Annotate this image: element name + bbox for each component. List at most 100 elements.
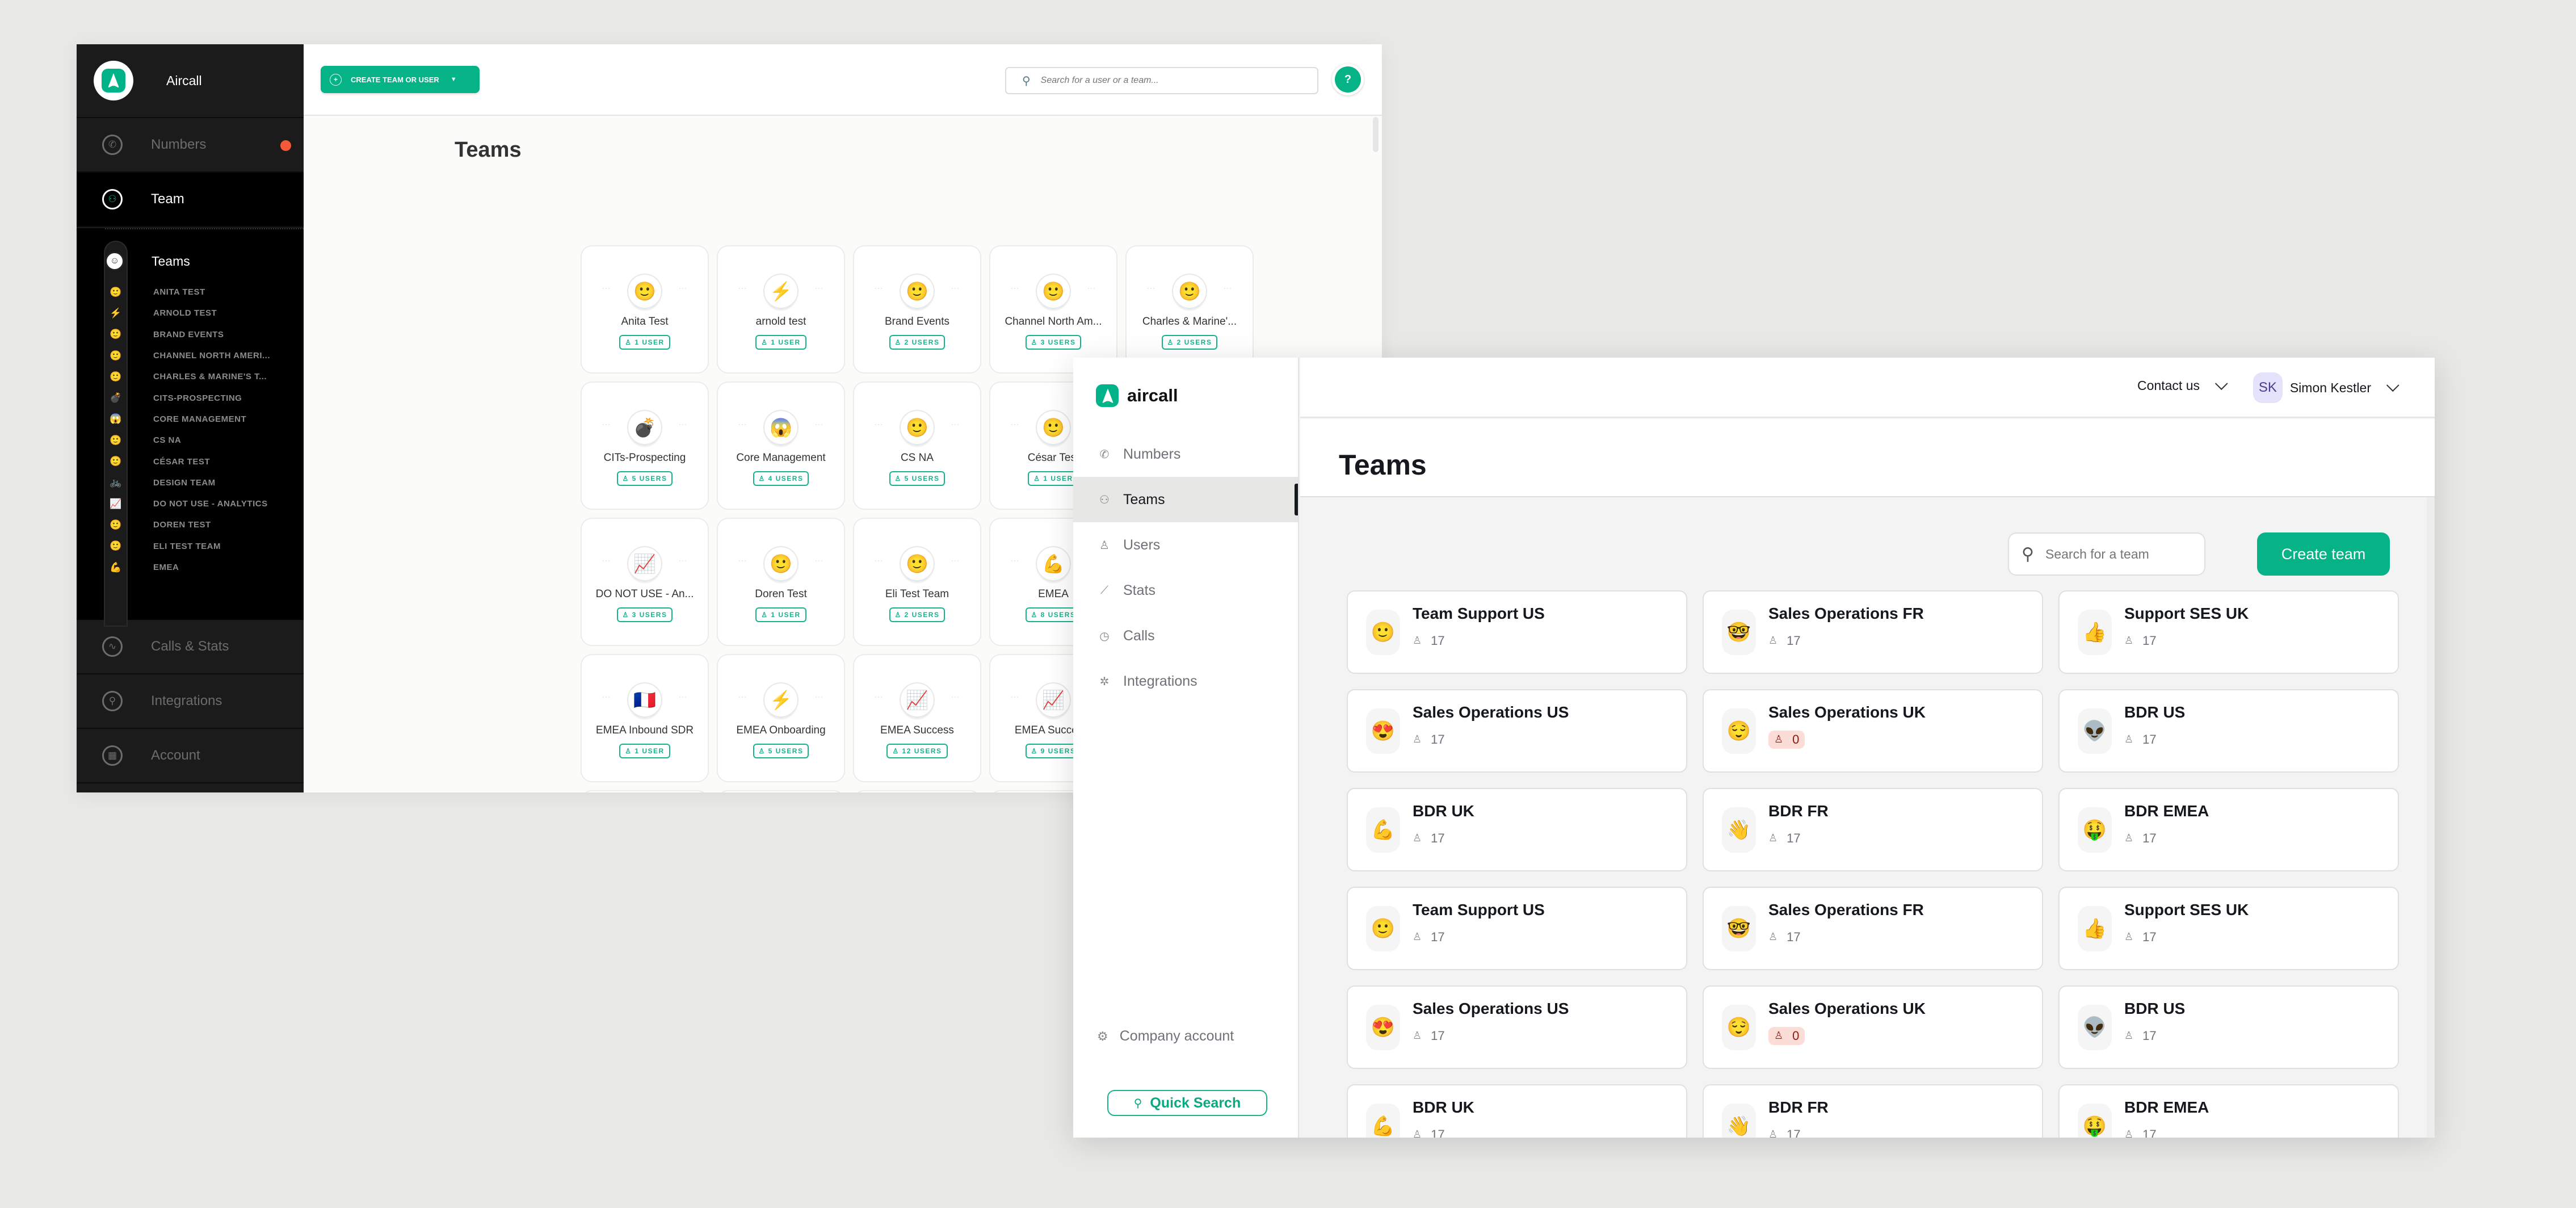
legacy-nav-account[interactable]: ▦ Account: [77, 729, 304, 783]
user-menu[interactable]: SK Simon Kestler: [2253, 372, 2399, 403]
sidebar-item-numbers[interactable]: ✆ Numbers: [1073, 431, 1298, 477]
team-card[interactable]: 😍 Sales Operations US ♙ 17: [1347, 985, 1687, 1069]
team-tile[interactable]: 🙂 CS NA ♙ 5 USERS: [853, 381, 981, 510]
team-list-item[interactable]: 🙂 CS NA: [77, 430, 304, 451]
team-tile[interactable]: 😱 Core Management ♙ 4 USERS: [717, 381, 845, 510]
team-card[interactable]: 😍 Sales Operations US ♙ 17: [1347, 689, 1687, 773]
team-card-info: Sales Operations FR ♙ 17: [1768, 605, 1924, 650]
person-icon: ♙: [1413, 1030, 1422, 1041]
sidebar-item-integrations[interactable]: ✲ Integrations: [1073, 658, 1298, 704]
legacy-nav-quick-search[interactable]: ≡Quick Search⌘K: [77, 783, 304, 792]
sidebar-item-stats[interactable]: ⟋ Stats: [1073, 568, 1298, 613]
team-card[interactable]: 💪 BDR UK ♙ 17: [1347, 1084, 1687, 1138]
create-team-button[interactable]: Create team: [2257, 532, 2390, 576]
search-input[interactable]: [1040, 76, 1279, 86]
team-list-label: DO NOT USE - ANALYTICS: [153, 499, 268, 509]
team-card[interactable]: 😌 Sales Operations UK ♙ 0: [1703, 689, 2043, 773]
team-card[interactable]: 👽 BDR US ♙ 17: [2058, 689, 2399, 773]
team-tile[interactable]: 📈 EMEA Success ♙ 12 USERS: [853, 654, 981, 782]
teams-heading-label: Teams: [152, 253, 190, 269]
team-card[interactable]: 👍 Support SES UK ♙ 17: [2058, 887, 2399, 970]
legacy-nav-team[interactable]: ⚇ Team: [77, 173, 304, 227]
sidebar-item-company-account[interactable]: ⚙ Company account: [1097, 1028, 1234, 1045]
team-list-item[interactable]: 🙂 ANITA TEST: [77, 282, 304, 303]
team-tile[interactable]: 📈 DO NOT USE - An... ♙ 3 USERS: [581, 518, 709, 646]
team-card[interactable]: 😌 Sales Operations UK ♙ 0: [1703, 985, 2043, 1069]
team-tile[interactable]: ⚡ EMEA Onboarding ♙ 5 USERS: [717, 654, 845, 782]
team-list-item[interactable]: 🙂 CHARLES & MARINE'S T...: [77, 366, 304, 387]
team-card[interactable]: 👋 BDR FR ♙ 17: [1703, 788, 2043, 871]
team-name: BDR FR: [1768, 1098, 1829, 1116]
team-list-item[interactable]: 🙂 ELI TEST TEAM: [77, 536, 304, 557]
team-tile[interactable]: 🙂 Brand Events ♙ 2 USERS: [853, 245, 981, 374]
team-list-item[interactable]: 🙂 BRAND EVENTS: [77, 324, 304, 345]
teams-submenu: ☺ Teams 🙂 ANITA TEST ⚡ ARNOLD TEST 🙂 BRAND EV…: [77, 228, 304, 627]
user-team-search[interactable]: ⚲: [1005, 67, 1318, 94]
team-list-item[interactable]: 📈 DO NOT USE - ANALYTICS: [77, 493, 304, 514]
team-list-item[interactable]: 🙂 CÉSAR TEST: [77, 451, 304, 472]
team-card[interactable]: 💪 BDR UK ♙ 17: [1347, 788, 1687, 871]
team-tile-name: Eli Test Team: [885, 588, 949, 600]
team-card[interactable]: 👋 BDR FR ♙ 17: [1703, 1084, 2043, 1138]
team-card[interactable]: 👍 Support SES UK ♙ 17: [2058, 590, 2399, 674]
brand[interactable]: aircall: [1073, 358, 1298, 414]
team-emoji-icon: 💪: [1366, 1103, 1400, 1138]
scrollbar[interactable]: [1373, 117, 1379, 152]
person-icon: ♙: [2124, 832, 2134, 844]
team-list-item[interactable]: 🙂 DOREN TEST: [77, 514, 304, 535]
team-tile[interactable]: ⚡ arnold test ♙ 1 USER: [717, 245, 845, 374]
legacy-nav-integrations[interactable]: ⚲ Integrations: [77, 674, 304, 729]
team-card[interactable]: 🤑 BDR EMEA ♙ 17: [2058, 788, 2399, 871]
team-card-info: BDR EMEA ♙ 17: [2124, 1098, 2209, 1138]
team-emoji-icon: 🙂: [1147, 274, 1232, 309]
sidebar-item-teams[interactable]: ⚇ Teams: [1073, 477, 1298, 522]
teams-submenu-heading[interactable]: ☺ Teams: [77, 241, 304, 282]
create-team-or-user-button[interactable]: + CREATE TEAM OR USER ▼: [321, 66, 480, 93]
person-icon: ♙: [761, 611, 771, 619]
team-card[interactable]: 🙂 Team Support US ♙ 17: [1347, 887, 1687, 970]
team-name: Sales Operations US: [1413, 999, 1569, 1017]
sidebar-item-users[interactable]: ♙ Users: [1073, 522, 1298, 568]
team-card[interactable]: 🤑 BDR EMEA ♙ 17: [2058, 1084, 2399, 1138]
team-tile[interactable]: 🇫🇷 EMEA Inbound SDR ♙ 1 USER: [581, 654, 709, 782]
chart-icon: ⟋: [1100, 584, 1108, 597]
team-search[interactable]: ⚲: [2008, 532, 2205, 576]
member-count: ♙ 17: [2124, 928, 2249, 946]
team-emoji-icon: 😱: [738, 410, 823, 445]
team-tile[interactable]: 🚑: [581, 790, 709, 792]
team-list-item[interactable]: 🚲 DESIGN TEAM: [77, 472, 304, 493]
team-tile[interactable]: 💣 CITs-Prospecting ♙ 5 USERS: [581, 381, 709, 510]
quick-search-button[interactable]: ⚲ Quick Search: [1107, 1090, 1267, 1116]
legacy-brand[interactable]: Aircall: [77, 44, 304, 118]
sidebar-item-calls[interactable]: ◷ Calls: [1073, 613, 1298, 658]
team-tile[interactable]: 🙂 Doren Test ♙ 1 USER: [717, 518, 845, 646]
member-count-value: 17: [2142, 831, 2157, 845]
legacy-sidebar: Aircall ✆ Numbers ⚇ Team ☺ Teams 🙂 ANITA …: [77, 44, 304, 792]
team-tile[interactable]: 🙂 Charles & Marine'... ♙ 2 USERS: [1125, 245, 1254, 374]
scrollbar-track[interactable]: [2427, 497, 2435, 1138]
help-button[interactable]: ?: [1332, 64, 1364, 95]
contact-us-dropdown[interactable]: Contact us: [2137, 376, 2228, 393]
team-tile[interactable]: 🙂 Eli Test Team ♙ 2 USERS: [853, 518, 981, 646]
team-card[interactable]: 🙂 Team Support US ♙ 17: [1347, 590, 1687, 674]
team-list-item[interactable]: 💣 CITS-PROSPECTING: [77, 387, 304, 408]
team-list-label: CITS-PROSPECTING: [153, 393, 242, 403]
team-card[interactable]: 🤓 Sales Operations FR ♙ 17: [1703, 590, 2043, 674]
legacy-nav-calls-stats[interactable]: ∿ Calls & Stats: [77, 620, 304, 674]
team-tile[interactable]: 🇺🇸: [717, 790, 845, 792]
member-count-warning: ♙ 0: [1768, 1026, 1805, 1045]
team-list-item[interactable]: 😱 CORE MANAGEMENT: [77, 409, 304, 430]
team-tile[interactable]: 🙂 Channel North Am... ♙ 3 USERS: [989, 245, 1117, 374]
team-card[interactable]: 🤓 Sales Operations FR ♙ 17: [1703, 887, 2043, 970]
team-tile[interactable]: 💳: [853, 790, 981, 792]
team-tile[interactable]: 🙂 Anita Test ♙ 1 USER: [581, 245, 709, 374]
search-icon: ⚲: [1133, 1097, 1142, 1110]
team-emoji-icon: 🙂: [110, 434, 122, 446]
legacy-nav-numbers[interactable]: ✆ Numbers: [77, 118, 304, 173]
team-card[interactable]: 👽 BDR US ♙ 17: [2058, 985, 2399, 1069]
team-search-input[interactable]: [2045, 546, 2193, 562]
team-list-item[interactable]: 🙂 CHANNEL NORTH AMERI...: [77, 345, 304, 366]
team-list-item[interactable]: ⚡ ARNOLD TEST: [77, 303, 304, 324]
member-count-value: 17: [1431, 732, 1445, 746]
team-list-item[interactable]: 💪 EMEA: [77, 557, 304, 578]
